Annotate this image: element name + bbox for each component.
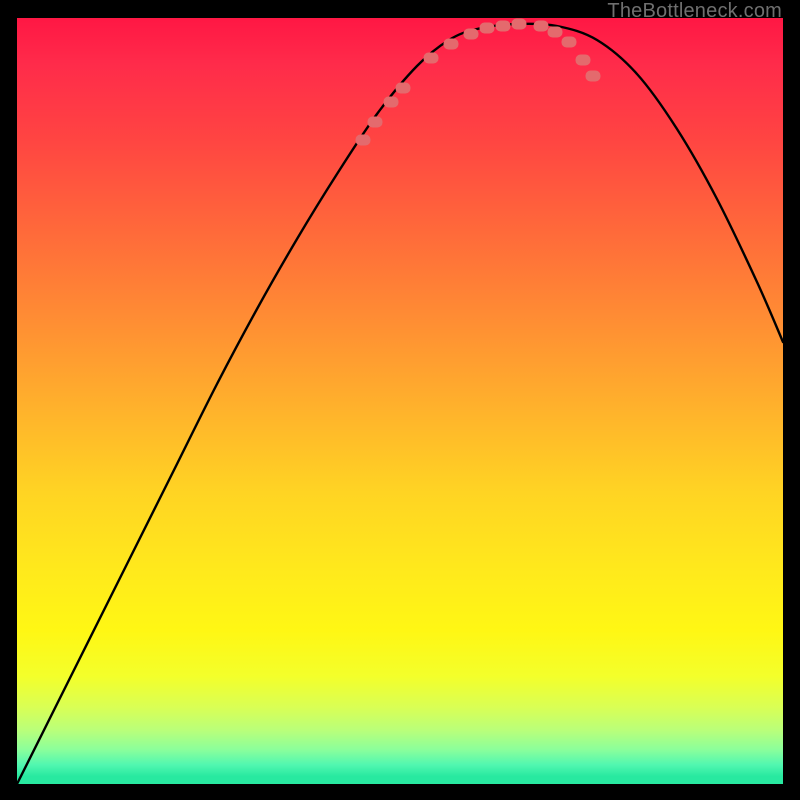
highlight-dot: [356, 135, 371, 146]
curve-svg: [17, 18, 783, 784]
highlight-dot: [464, 29, 479, 40]
plot-area: [17, 18, 783, 784]
chart-frame: TheBottleneck.com: [0, 0, 800, 800]
highlight-dot: [512, 19, 527, 30]
highlight-dot: [496, 21, 511, 32]
highlight-dot: [424, 53, 439, 64]
highlight-dot: [562, 37, 577, 48]
highlight-dot: [548, 27, 563, 38]
highlight-dot: [396, 83, 411, 94]
bottleneck-curve: [17, 24, 783, 784]
highlight-dot: [368, 117, 383, 128]
highlight-dots: [356, 19, 601, 146]
highlight-dot: [586, 71, 601, 82]
highlight-dot: [576, 55, 591, 66]
highlight-dot: [384, 97, 399, 108]
highlight-dot: [534, 21, 549, 32]
highlight-dot: [444, 39, 459, 50]
highlight-dot: [480, 23, 495, 34]
